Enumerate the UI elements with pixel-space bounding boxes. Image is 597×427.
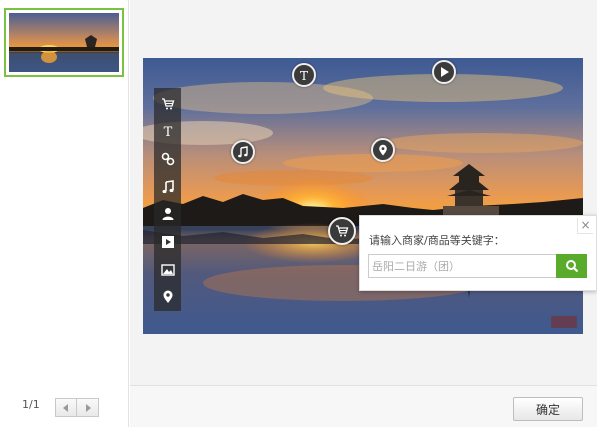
svg-text:T: T xyxy=(300,69,308,81)
footer-bar: 确定 xyxy=(130,385,597,427)
location-icon xyxy=(379,144,387,156)
tool-music[interactable] xyxy=(154,173,181,201)
search-button[interactable] xyxy=(556,254,587,278)
tool-image[interactable] xyxy=(154,256,181,284)
svg-text:T: T xyxy=(163,125,172,138)
cart-icon xyxy=(336,225,349,237)
pager-controls xyxy=(55,398,99,417)
video-icon xyxy=(161,235,174,248)
music-icon xyxy=(162,179,174,193)
person-icon xyxy=(162,208,173,221)
shop-search-popup: × 请输入商家/商品等关键字： xyxy=(359,215,597,291)
tool-sidebar: T xyxy=(154,88,181,311)
music-icon xyxy=(238,146,248,158)
video-hotspot[interactable] xyxy=(432,60,456,84)
prev-arrow-icon xyxy=(63,403,68,412)
editor-window: 1/1 T T × 请输入商家/商品等关键字： 岳阳二日游（团） 确定 xyxy=(0,0,597,427)
thumbnail-panel: 1/1 xyxy=(0,0,129,427)
tool-location[interactable] xyxy=(154,283,181,311)
location-hotspot[interactable] xyxy=(371,138,395,162)
text-icon: T xyxy=(300,69,308,81)
text-hotspot[interactable]: T xyxy=(292,63,316,87)
tool-video[interactable] xyxy=(154,228,181,256)
thumbnail-image xyxy=(9,13,119,72)
confirm-button[interactable]: 确定 xyxy=(513,397,583,421)
tool-cart[interactable] xyxy=(154,90,181,118)
location-icon xyxy=(163,290,172,304)
link-icon xyxy=(161,152,174,166)
main-photo[interactable] xyxy=(143,58,583,334)
tool-person[interactable] xyxy=(154,201,181,229)
play-icon xyxy=(441,67,449,77)
page-counter: 1/1 xyxy=(22,398,40,411)
close-popup-button[interactable]: × xyxy=(577,218,593,234)
close-icon: × xyxy=(580,218,591,232)
tool-text[interactable]: T xyxy=(154,118,181,146)
next-arrow-icon xyxy=(85,403,91,412)
image-thumbnail[interactable] xyxy=(4,8,124,77)
next-page-button[interactable] xyxy=(77,398,99,417)
search-icon xyxy=(565,260,578,273)
tool-link[interactable] xyxy=(154,145,181,173)
image-icon xyxy=(160,263,175,276)
music-hotspot[interactable] xyxy=(231,140,255,164)
text-icon: T xyxy=(163,125,172,138)
shop-search-input[interactable] xyxy=(368,254,556,278)
popup-label: 请输入商家/商品等关键字： xyxy=(369,234,505,247)
cart-hotspot[interactable] xyxy=(328,217,356,245)
prev-page-button[interactable] xyxy=(55,398,77,417)
sunset-photo xyxy=(143,58,583,334)
cart-icon xyxy=(161,98,174,110)
